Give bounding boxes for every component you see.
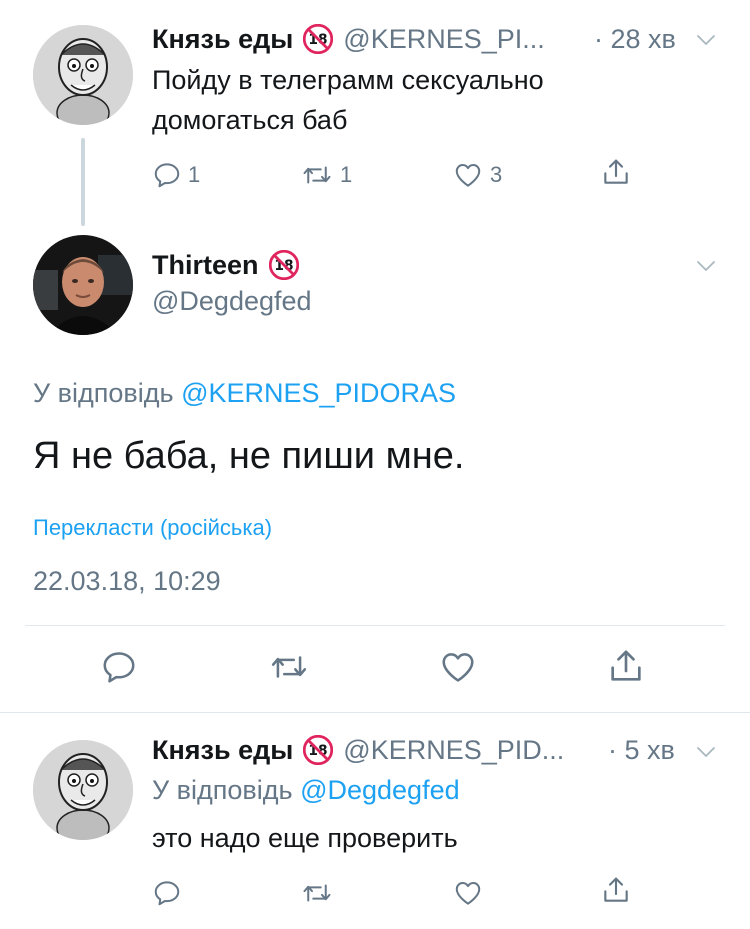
display-name[interactable]: Князь еды: [152, 735, 293, 766]
display-name[interactable]: Князь еды: [152, 24, 293, 55]
thread-line: [81, 138, 85, 226]
share-button[interactable]: [606, 645, 646, 687]
reply-count: 1: [188, 162, 201, 187]
share-button[interactable]: [600, 156, 632, 188]
reply-mention-link[interactable]: @Degdegfed: [300, 775, 460, 805]
tweet-text: Пойду в телеграмм сексуально домогаться …: [152, 65, 544, 135]
timestamp[interactable]: · 5 хв: [608, 735, 675, 766]
tweet-timestamp: 22.03.18, 10:29: [33, 566, 221, 596]
age-18-badge-icon: [269, 250, 299, 280]
like-button[interactable]: 3: [452, 160, 502, 190]
retweet-icon: [300, 878, 334, 908]
retweet-button[interactable]: [300, 878, 334, 908]
display-name[interactable]: Thirteen: [152, 250, 259, 281]
reply-context: У відповідь @Degdegfed: [152, 775, 460, 806]
tweet-text: Я не баба, не пиши мне.: [33, 435, 465, 477]
reply-button[interactable]: [100, 648, 138, 686]
share-icon: [606, 645, 646, 687]
username[interactable]: @Degdegfed: [152, 286, 312, 317]
retweet-icon: [268, 648, 310, 686]
avatar[interactable]: [33, 740, 133, 840]
retweet-icon: [300, 160, 334, 190]
retweet-button[interactable]: 1: [300, 160, 352, 190]
age-18-badge-icon: [303, 24, 333, 54]
tweet-header: Thirteen: [152, 248, 299, 282]
retweet-button[interactable]: [268, 648, 310, 686]
reply-mention-link[interactable]: @KERNES_PIDORAS: [181, 378, 456, 408]
reply-icon: [100, 648, 138, 686]
chevron-down-icon[interactable]: [694, 28, 718, 52]
reply-button[interactable]: 1: [152, 160, 200, 190]
reply-context: У відповідь @KERNES_PIDORAS: [33, 378, 456, 409]
reply-prefix: У відповідь: [152, 775, 293, 805]
tweet-header: Князь еды @KERNES_PID...: [152, 733, 564, 767]
share-icon: [600, 156, 632, 188]
tweet-text: это надо еще проверить: [152, 823, 458, 853]
avatar[interactable]: [33, 25, 133, 125]
divider: [0, 712, 750, 713]
reply-prefix: У відповідь: [33, 378, 174, 408]
translate-link[interactable]: Перекласти (російська): [33, 515, 272, 541]
reply-button[interactable]: [152, 878, 182, 908]
chevron-down-icon[interactable]: [694, 740, 718, 764]
tweet-header: Князь еды @KERNES_PI...: [152, 22, 545, 56]
like-icon: [438, 648, 478, 686]
divider: [25, 625, 725, 626]
age-18-badge-icon: [303, 735, 333, 765]
share-icon: [600, 874, 632, 906]
like-button[interactable]: [438, 648, 478, 686]
like-button[interactable]: [452, 878, 484, 908]
avatar[interactable]: [33, 235, 133, 335]
timestamp[interactable]: · 28 хв: [594, 24, 676, 55]
reply-icon: [152, 160, 182, 190]
like-icon: [452, 160, 484, 190]
reply-icon: [152, 878, 182, 908]
like-icon: [452, 878, 484, 908]
chevron-down-icon[interactable]: [694, 254, 718, 278]
retweet-count: 1: [340, 162, 353, 187]
share-button[interactable]: [600, 874, 632, 906]
username[interactable]: @KERNES_PI...: [343, 24, 544, 55]
username[interactable]: @KERNES_PID...: [343, 735, 564, 766]
like-count: 3: [490, 162, 503, 187]
